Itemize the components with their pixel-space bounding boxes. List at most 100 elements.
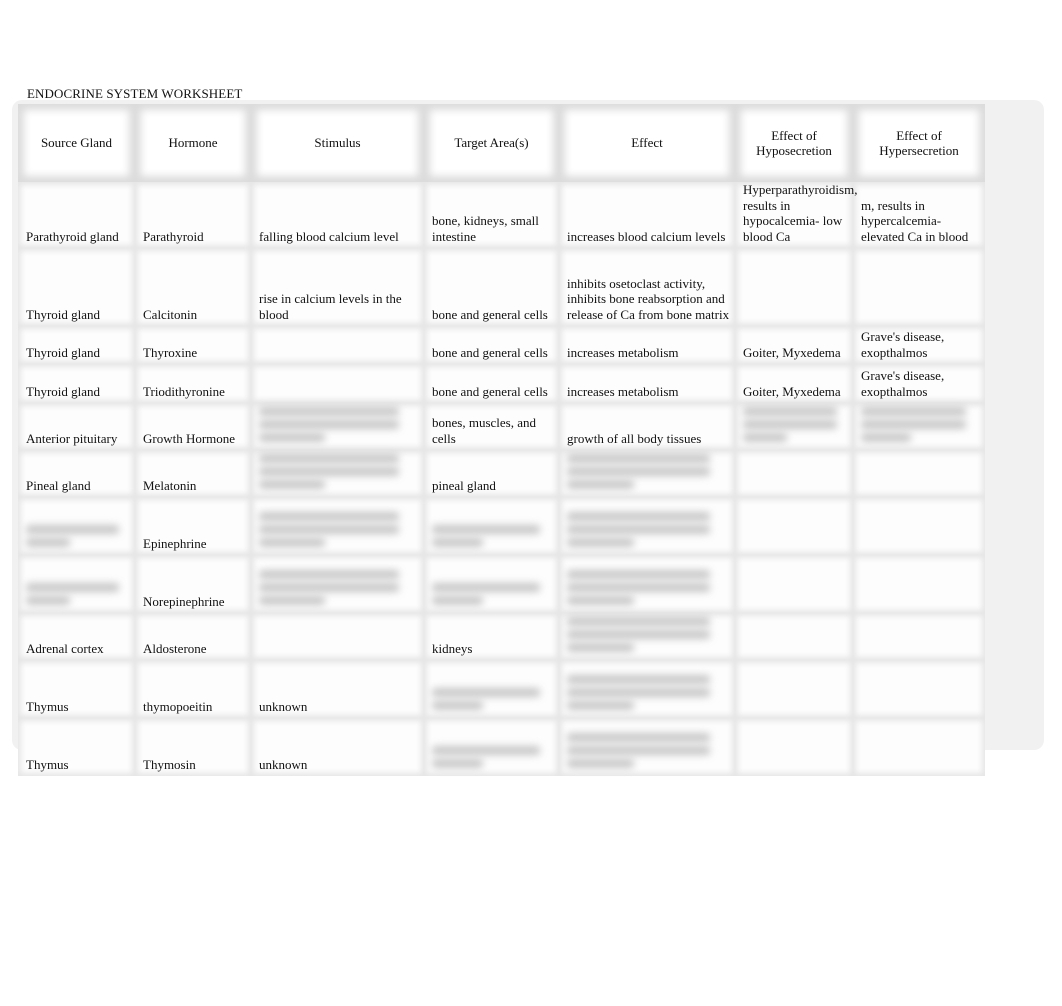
cell-text: Hyperparathyroidism, results in hypocalc… [743,182,858,244]
obscured-text [567,675,735,718]
table-row: Parathyroid gland Parathyroid falling bloo… [18,182,985,248]
cell-hormone: Norepinephrine [135,555,251,613]
cell-text: Thymosin [143,756,196,772]
cell-target [424,497,559,555]
cell-source-gland: Thyroid gland [18,248,135,326]
obscured-text [259,512,424,555]
cell-text: Grave's disease, exopthalmos [861,329,945,360]
cell-source-gland: Thymus [18,718,135,776]
header-label: Source Gland [40,135,113,151]
header-source-gland: Source Gland [18,104,135,182]
obscured-text [259,407,424,450]
cell-text: Calcitonin [143,306,198,322]
obscured-text [432,688,559,718]
cell-text: Thymus [26,756,69,772]
cell-source-gland [18,497,135,555]
cell-text: Adrenal cortex [26,640,104,656]
cell-source-gland: Thyroid gland [18,364,135,403]
cell-target: bone, kidneys, small intestine [424,182,559,248]
cell-effect [559,613,735,660]
cell-hyposecretion [735,403,853,450]
cell-effect: growth of all body tissues [559,403,735,450]
obscured-text [432,525,559,555]
obscured-text [259,570,424,613]
cell-hypersecretion: Grave's disease, exopthalmos [853,326,985,364]
cell-target: bone and general cells [424,364,559,403]
cell-hyposecretion: Hyperparathyroidism, results in hypocalc… [735,182,858,248]
cell-text: Goiter, Myxedema [743,344,841,360]
table-row: Anterior pituitary Growth Hormone bones, m… [18,403,985,450]
cell-hypersecretion: m, results in hypercalcemia- elevated Ca… [853,182,985,248]
cell-hypersecretion [853,497,985,555]
cell-text: unknown [259,698,308,714]
cell-stimulus [251,613,424,660]
cell-hyposecretion: Goiter, Myxedema [735,326,853,364]
obscured-text [567,454,735,497]
table-row: Norepinephrine [18,555,985,613]
obscured-text [432,583,559,613]
cell-hormone: Thymosin [135,718,251,776]
header-hormone: Hormone [135,104,251,182]
cell-text: Epinephrine [143,535,207,551]
cell-text: bone, kidneys, small intestine [432,213,539,244]
obscured-text [259,454,424,497]
cell-text: kidneys [432,640,473,656]
header-row: Source Gland Hormone Stimulus Target Are… [18,104,985,182]
cell-text: growth of all body tissues [567,430,702,446]
table-row: Thyroid gland Triodithyronine bone and gen… [18,364,985,403]
endocrine-table: Source Gland Hormone Stimulus Target Are… [18,104,985,776]
cell-text [743,772,853,776]
cell-target [424,718,559,776]
cell-target: kidneys [424,613,559,660]
cell-hyposecretion [735,555,853,613]
cell-source-gland: Thyroid gland [18,326,135,364]
cell-hypersecretion [853,555,985,613]
cell-hyposecretion [735,497,853,555]
cell-text: thymopoeitin [143,698,213,714]
cell-effect: increases metabolism [559,364,735,403]
obscured-text [567,617,735,660]
cell-effect: inhibits osetoclast activity, inhibits b… [559,248,735,326]
cell-effect [559,497,735,555]
table-row: Thyroid gland Thyroxine bone and general c… [18,326,985,364]
header-label: Hormone [168,135,218,151]
cell-text: Growth Hormone [143,430,236,446]
header-label: Target Area(s) [454,135,529,151]
obscured-text [567,733,735,776]
obscured-text [26,525,135,555]
table-row: Thymus Thymosin unknown [18,718,985,776]
cell-text: increases metabolism [567,344,679,360]
cell-stimulus [251,497,424,555]
cell-effect: increases metabolism [559,326,735,364]
obscured-text [26,583,135,613]
header-label: Effect [631,135,663,151]
cell-hormone: Epinephrine [135,497,251,555]
cell-hyposecretion [735,660,853,718]
cell-text: Aldosterone [143,640,207,656]
cell-text: rise in calcium levels in the blood [259,291,402,322]
obscured-text [432,746,559,776]
cell-text: inhibits osetoclast activity, inhibits b… [567,275,730,322]
cell-effect: increases blood calcium levels [559,182,735,248]
cell-stimulus [251,555,424,613]
obscured-text [567,512,735,555]
obscured-text [861,407,985,450]
cell-hyposecretion [735,248,853,326]
cell-stimulus: falling blood calcium level [251,182,424,248]
header-label: Effect of Hyposecretion [756,127,832,159]
cell-hyposecretion [735,613,853,660]
cell-text: Thyroxine [143,344,198,360]
header-hyposecretion: Effect of Hyposecretion [735,104,853,182]
table-row: Epinephrine [18,497,985,555]
cell-hypersecretion: Grave's disease, exopthalmos [853,364,985,403]
cell-target [424,555,559,613]
cell-stimulus: rise in calcium levels in the blood [251,248,424,326]
cell-text: Thyroid gland [26,383,101,399]
cell-hormone: Growth Hormone [135,403,251,450]
table-row: Thyroid gland Calcitonin rise in calcium l… [18,248,985,326]
cell-text [861,772,985,776]
cell-text: increases metabolism [567,383,679,399]
cell-text: bone and general cells [432,306,548,322]
header-label: Effect of Hypersecretion [879,127,959,159]
cell-hypersecretion [853,718,985,776]
